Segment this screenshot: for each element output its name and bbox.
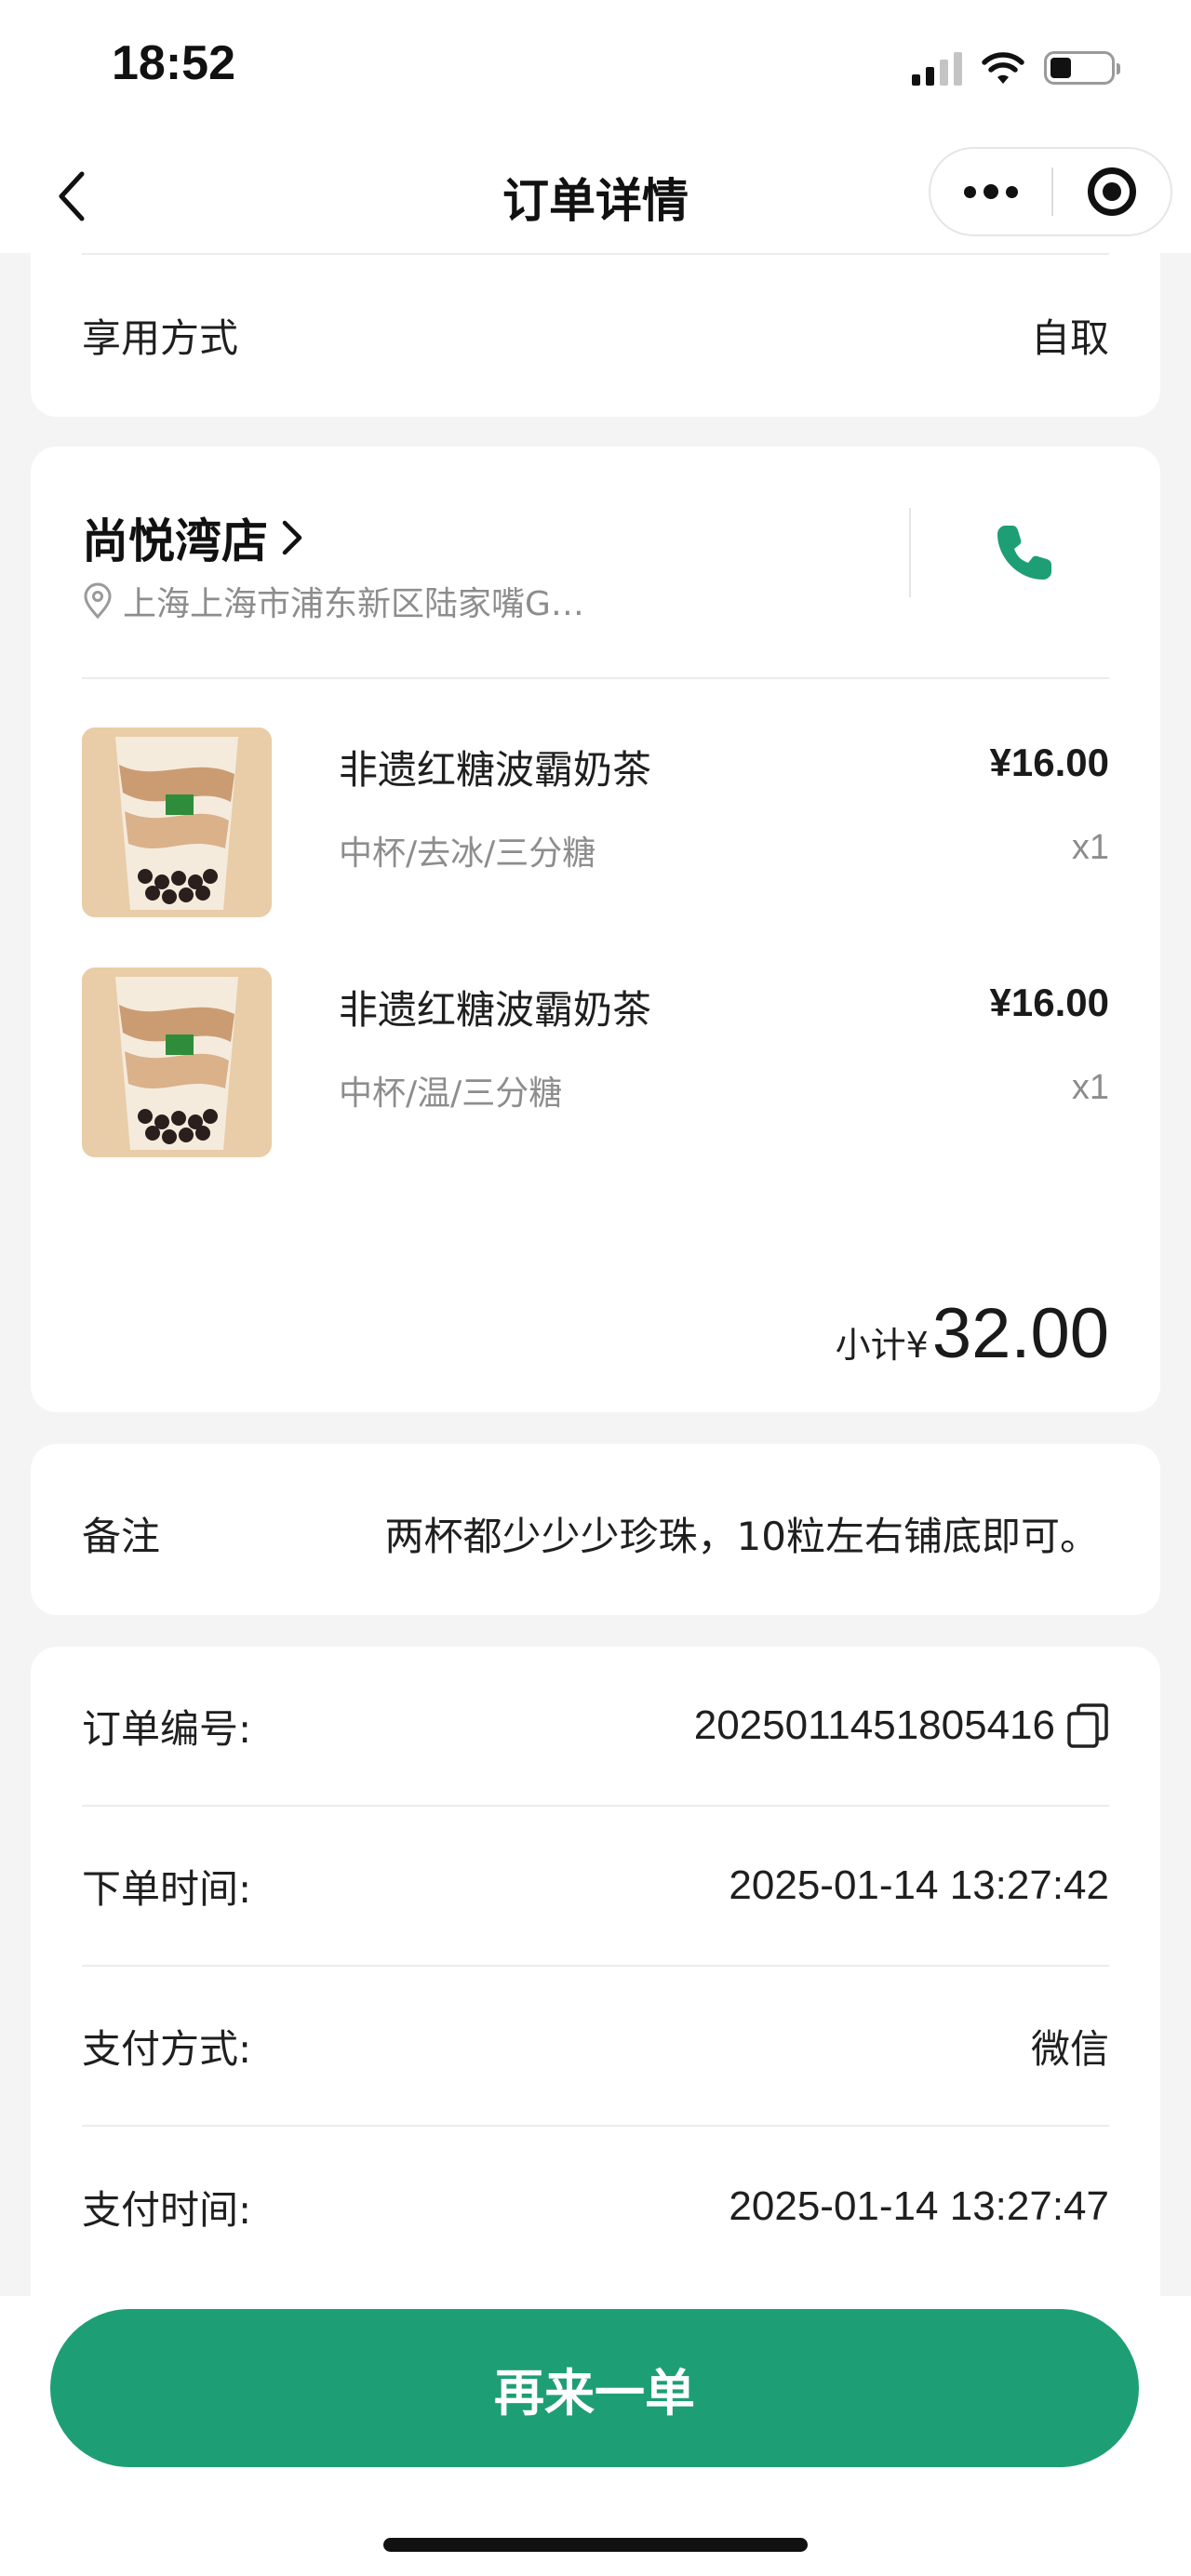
status-bar: 18:52	[0, 0, 1191, 140]
order-number-value: 2025011451805416	[694, 1702, 1109, 1749]
payment-method-row: 支付方式: 微信	[82, 1967, 1109, 2127]
payment-method-label: 支付方式:	[82, 2025, 252, 2072]
order-info-card: 订单编号: 2025011451805416 下单时间: 2025-01-14 …	[31, 1647, 1160, 2298]
chevron-right-icon	[282, 520, 302, 555]
order-time-row: 下单时间: 2025-01-14 13:27:42	[82, 1807, 1109, 1967]
item-name: 非遗红糖波霸奶茶	[339, 987, 652, 1033]
copy-icon[interactable]	[1066, 1702, 1109, 1749]
wifi-icon	[982, 52, 1024, 84]
fulfillment-card: 享用方式 自取	[31, 253, 1160, 417]
subtotal: 小计¥ 32.00	[836, 1293, 1109, 1374]
store-address: 上海上海市浦东新区陆家嘴G…	[82, 577, 584, 625]
item-spec: 中杯/温/三分糖	[339, 1074, 563, 1113]
order-time-label: 下单时间:	[82, 1865, 252, 1912]
location-pin-icon	[84, 582, 112, 620]
item-quantity: x1	[1071, 828, 1109, 867]
fulfillment-label: 享用方式	[82, 315, 239, 361]
note-label: 备注	[82, 1514, 161, 1559]
more-button[interactable]	[930, 149, 1051, 234]
payment-time-value: 2025-01-14 13:27:47	[729, 2183, 1109, 2229]
item-spec: 中杯/去冰/三分糖	[339, 834, 596, 873]
signal-icon	[912, 50, 962, 86]
mini-program-capsule	[929, 147, 1172, 236]
fulfillment-value: 自取	[1030, 315, 1109, 361]
product-image	[82, 968, 272, 1157]
store-card: 尚悦湾店 上海上海市浦东新区陆家嘴G… 非遗红糖波霸奶茶 中杯/去冰/三分糖 ¥…	[31, 447, 1160, 1412]
subtotal-label: 小计¥	[835, 1325, 929, 1366]
subtotal-value: 32.00	[931, 1294, 1109, 1373]
more-dots-icon	[984, 184, 998, 199]
product-image	[82, 727, 272, 917]
store-address-text: 上海上海市浦东新区陆家嘴G…	[123, 585, 584, 623]
divider	[82, 677, 1109, 679]
bottom-action-bar: 再来一单	[0, 2296, 1191, 2576]
status-icons	[912, 47, 1120, 89]
order-number-text: 2025011451805416	[693, 1702, 1055, 1748]
item-price: ¥16.00	[989, 981, 1109, 1024]
reorder-button[interactable]: 再来一单	[50, 2309, 1139, 2467]
divider	[82, 253, 1109, 255]
note-value: 两杯都少少少珍珠，10粒左右铺底即可。	[384, 1514, 1099, 1559]
divider	[909, 508, 911, 597]
item-price: ¥16.00	[989, 741, 1109, 784]
note-card: 备注 两杯都少少少珍珠，10粒左右铺底即可。	[31, 1444, 1160, 1615]
home-indicator	[383, 2538, 808, 2552]
store-name-link[interactable]: 尚悦湾店	[82, 504, 305, 571]
order-number-label: 订单编号:	[82, 1705, 252, 1752]
order-number-row: 订单编号: 2025011451805416	[82, 1647, 1109, 1807]
order-item[interactable]: 非遗红糖波霸奶茶 中杯/去冰/三分糖 ¥16.00 x1	[82, 727, 1109, 917]
item-quantity: x1	[1071, 1068, 1109, 1107]
status-time: 18:52	[112, 36, 235, 90]
nav-bar: 订单详情	[0, 140, 1191, 253]
order-time-value: 2025-01-14 13:27:42	[729, 1862, 1109, 1908]
call-store-button[interactable]	[980, 508, 1069, 597]
order-item[interactable]: 非遗红糖波霸奶茶 中杯/温/三分糖 ¥16.00 x1	[82, 968, 1109, 1157]
item-name: 非遗红糖波霸奶茶	[339, 747, 652, 793]
battery-icon	[1044, 51, 1120, 85]
payment-time-row: 支付时间: 2025-01-14 13:27:47	[82, 2127, 1109, 2287]
payment-time-label: 支付时间:	[82, 2186, 252, 2233]
store-name: 尚悦湾店	[82, 514, 268, 568]
close-button[interactable]	[1053, 149, 1171, 234]
phone-icon	[997, 526, 1051, 580]
target-circle-icon	[1088, 167, 1136, 216]
payment-method-value: 微信	[1030, 2025, 1109, 2072]
